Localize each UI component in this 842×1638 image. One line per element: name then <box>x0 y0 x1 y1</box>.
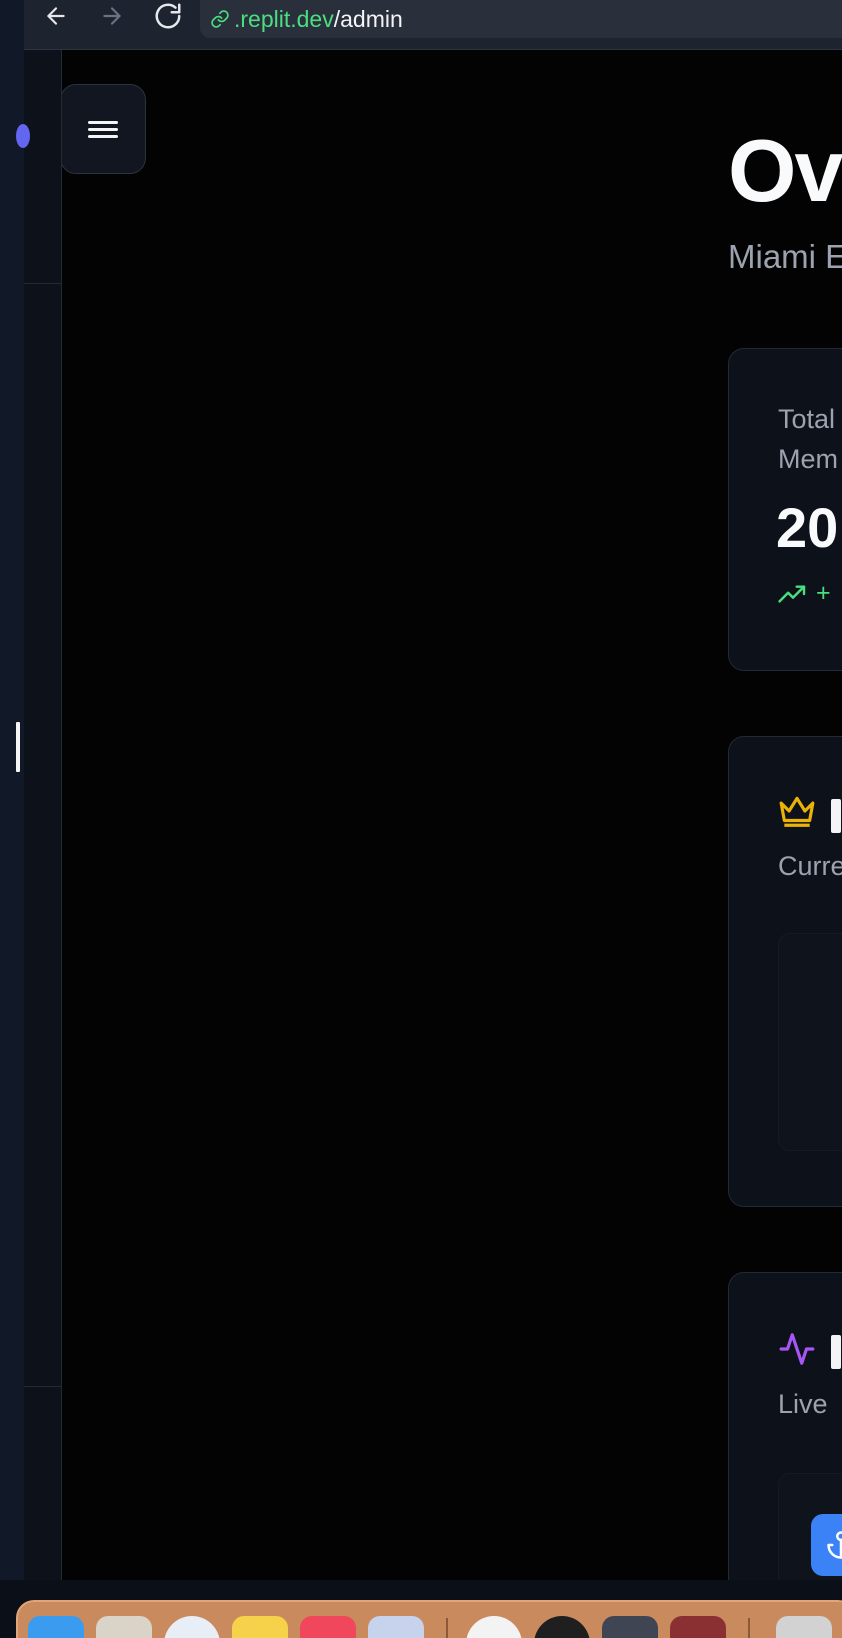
dock <box>16 1600 842 1638</box>
stat-value: 20 <box>776 496 839 559</box>
membership-card: Curre <box>728 736 842 1207</box>
music-icon[interactable] <box>300 1616 356 1638</box>
proxyman-icon[interactable] <box>602 1616 658 1638</box>
dock-separator <box>446 1618 448 1638</box>
notes-icon[interactable] <box>232 1616 288 1638</box>
reload-icon <box>155 3 181 29</box>
safari-icon[interactable] <box>164 1616 220 1638</box>
menu-button[interactable] <box>62 84 146 174</box>
stat-trend: + <box>778 579 831 608</box>
page-title: Ov <box>728 121 842 220</box>
live-activity-card: Live <box>728 1272 842 1580</box>
dock-area <box>0 1580 842 1638</box>
url-host: .replit.dev <box>234 5 334 32</box>
crown-icon <box>779 796 815 827</box>
card-title <box>831 799 841 833</box>
sidebar-divider <box>24 283 62 284</box>
card-title <box>831 1335 841 1369</box>
activity-icon <box>779 1333 815 1365</box>
hamburger-icon <box>88 117 118 142</box>
total-members-card: Total Mem 20 + <box>728 348 842 671</box>
card-description: Curre <box>778 851 842 881</box>
reload-button[interactable] <box>150 0 186 32</box>
page-subtitle: Miami E <box>728 238 842 275</box>
card-description: Live <box>778 1389 828 1419</box>
sidebar-logo-dot <box>16 124 30 148</box>
background-window-edge <box>0 0 24 1580</box>
main-content: Ov Miami E Total Mem 20 + Curre Live <box>62 50 842 1580</box>
address-bar[interactable]: .replit.dev/admin <box>200 0 842 38</box>
dictionary-icon[interactable] <box>670 1616 726 1638</box>
anchor-button[interactable] <box>811 1514 842 1576</box>
stat-label-line1: Total <box>778 404 836 434</box>
url-path: /admin <box>333 5 403 32</box>
stat-label: Total Mem <box>778 399 838 479</box>
forward-button[interactable] <box>94 0 130 32</box>
card-inner-panel <box>778 1473 842 1580</box>
trending-up-icon <box>778 584 806 603</box>
arrow-left-icon <box>47 7 65 25</box>
back-button[interactable] <box>38 0 74 32</box>
anchor-icon <box>827 1531 842 1559</box>
arrow-right-icon <box>103 7 121 25</box>
browser-toolbar: .replit.dev/admin <box>24 0 842 50</box>
card-inner-panel <box>778 933 842 1151</box>
stat-label-line2: Mem <box>778 444 838 474</box>
dock-separator <box>748 1618 750 1638</box>
app-sidebar <box>16 50 62 1580</box>
text-cursor <box>16 722 20 772</box>
link-icon <box>211 10 229 28</box>
archive-icon[interactable] <box>776 1616 832 1638</box>
finder-icon[interactable] <box>28 1616 84 1638</box>
activity-monitor-icon[interactable] <box>534 1616 590 1638</box>
sidebar-divider <box>24 1386 62 1387</box>
launchpad-icon[interactable] <box>96 1616 152 1638</box>
trend-text: + <box>816 579 831 607</box>
chrome-icon[interactable] <box>466 1616 522 1638</box>
preview-icon[interactable] <box>368 1616 424 1638</box>
